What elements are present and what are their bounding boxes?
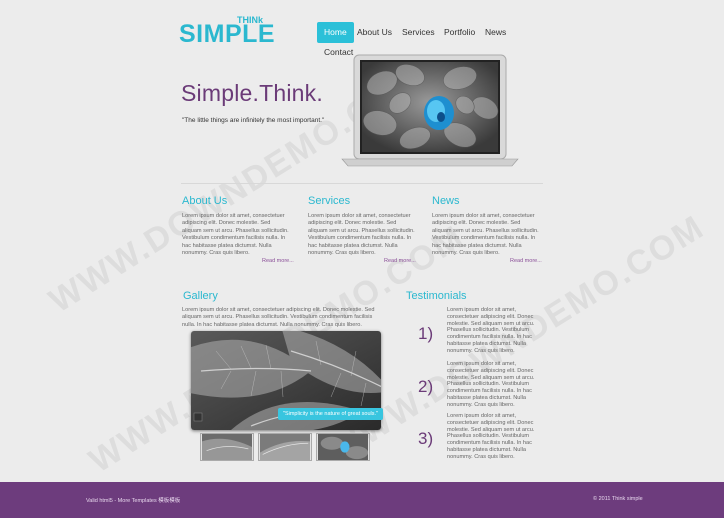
gallery-thumb-3[interactable] [316,433,370,461]
testimonial-number: 2) [418,377,434,396]
services-title: Services [308,195,351,207]
nav-home[interactable]: Home [317,22,354,43]
testimonial-text: Lorem ipsum dolor sit amet, consectetuer… [447,413,535,460]
logo-main-text: SIMPLE [179,20,276,48]
page: WWW.DOWNDEMO.COM WWW.DOWNDEMO.COM WWW.DO… [0,0,724,518]
gallery-thumb-1[interactable] [200,433,254,461]
testimonials-title: Testimonials [406,290,467,302]
testimonial-number: 3) [418,429,434,448]
site-logo[interactable]: THINk SIMPLE [179,12,275,48]
gallery-thumb-2[interactable] [258,433,312,461]
testimonial-number: 1) [418,324,434,343]
section-divider [181,183,543,184]
news-readmore-link[interactable]: Read more... [510,258,542,264]
nav-portfolio[interactable]: Portfolio [444,28,475,37]
footer: Valid html5 - More Templates 模板模板 © 2011… [0,482,724,518]
news-text: Lorem ipsum dolor sit amet, consectetuer… [432,213,539,257]
laptop-image [341,54,519,167]
hero-title: Simple.Think. [181,80,323,106]
footer-left-text: Valid html5 - More Templates 模板模板 [86,498,181,504]
about-us-text: Lorem ipsum dolor sit amet, consectetuer… [182,213,289,257]
hero-quote: "The little things are infinitely the mo… [182,117,325,124]
services-text: Lorem ipsum dolor sit amet, consectetuer… [308,213,415,257]
gallery-text: Lorem ipsum dolor sit amet, consectetuer… [182,307,375,328]
services-readmore-link[interactable]: Read more... [384,258,416,264]
about-us-readmore-link[interactable]: Read more... [262,258,294,264]
gallery-title: Gallery [183,290,218,302]
testimonial-text: Lorem ipsum dolor sit amet, consectetuer… [447,307,535,354]
testimonial-text: Lorem ipsum dolor sit amet, consectetuer… [447,361,535,408]
nav-about-us[interactable]: About Us [357,28,392,37]
nav-news[interactable]: News [485,28,506,37]
gallery-caption: "Simplicity is the nature of great souls… [278,408,384,420]
nav-services[interactable]: Services [402,28,435,37]
about-us-title: About Us [182,195,228,207]
news-title: News [432,195,460,207]
footer-copyright: © 2011 Think simple [593,496,643,502]
